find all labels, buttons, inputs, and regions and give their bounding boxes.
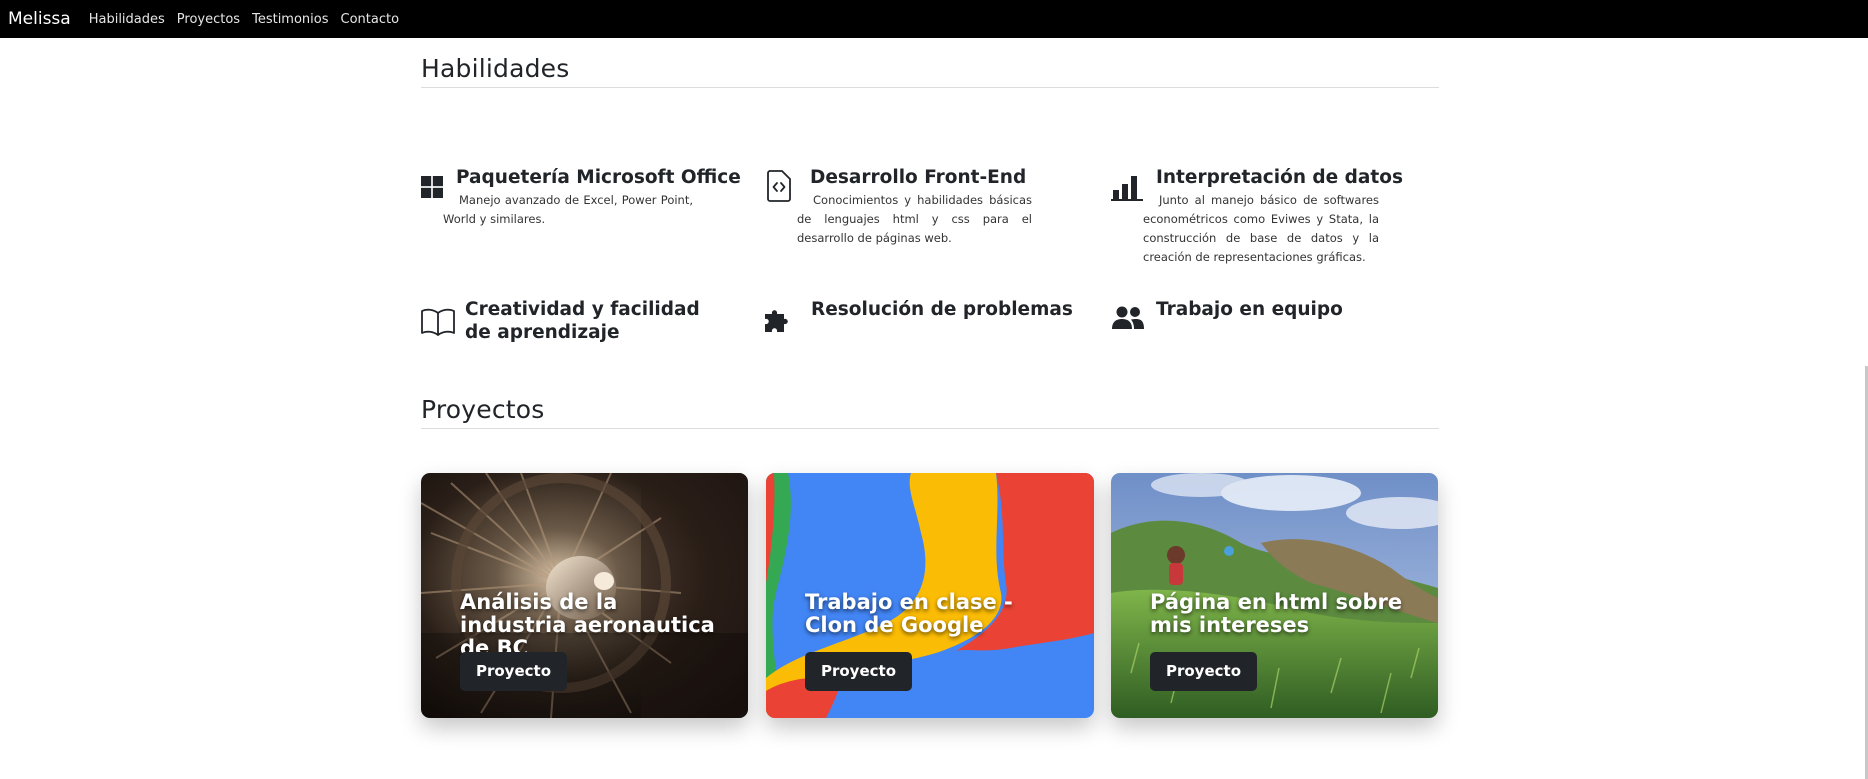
code-file-icon: [766, 170, 796, 202]
projects-title: Proyectos: [421, 395, 1439, 429]
card-title: Página en html sobre mis intereses: [1150, 590, 1403, 637]
project-cards: Análisis de la industria aeronautica de …: [421, 473, 1439, 723]
bar-chart-icon: [1111, 172, 1143, 202]
book-icon: [421, 308, 455, 338]
skill-description: Junto al manejo básico de softwares econ…: [1143, 193, 1379, 264]
project-card-aeronautics: Análisis de la industria aeronautica de …: [421, 473, 748, 718]
nav-link-habilidades[interactable]: Habilidades: [89, 12, 165, 27]
skills-section: Habilidades Paquetería Microsoft Office …: [421, 54, 1439, 343]
brand-link[interactable]: Melissa: [8, 9, 71, 29]
nav-link-testimonios[interactable]: Testimonios: [252, 12, 328, 27]
project-card-interests: Página en html sobre mis intereses Proye…: [1111, 473, 1438, 718]
skill-title: Desarrollo Front-End: [810, 167, 1027, 188]
skill-title: Paquetería Microsoft Office: [456, 167, 741, 188]
skill-title: Resolución de problemas: [811, 299, 1073, 320]
nav-link-contacto[interactable]: Contacto: [341, 12, 400, 27]
project-button[interactable]: Proyecto: [805, 652, 912, 691]
skill-title: Trabajo en equipo: [1156, 299, 1343, 320]
skill-description: Conocimientos y habilidades básicas de l…: [797, 193, 1032, 245]
people-icon: [1111, 304, 1144, 334]
card-title: Análisis de la industria aeronautica de …: [460, 590, 715, 660]
puzzle-icon: [763, 306, 793, 336]
navbar: Melissa Habilidades Proyectos Testimonio…: [0, 0, 1868, 38]
project-button[interactable]: Proyecto: [1150, 652, 1257, 691]
skill-description: Manejo avanzado de Excel, Power Point, W…: [443, 193, 693, 226]
nav-link-proyectos[interactable]: Proyectos: [177, 12, 240, 27]
skill-title: Interpretación de datos: [1156, 167, 1403, 188]
projects-section: Proyectos Análisis de la industria aeron…: [421, 395, 1439, 723]
skills-title: Habilidades: [421, 54, 1439, 88]
project-card-google-clone: Trabajo en clase - Clon de Google Proyec…: [766, 473, 1094, 718]
card-title: Trabajo en clase - Clon de Google: [805, 590, 1013, 637]
project-button[interactable]: Proyecto: [460, 652, 567, 691]
skill-title: Creatividad y facilidad de aprendizaje: [465, 299, 700, 343]
skills-grid: Paquetería Microsoft Office Manejo avanz…: [421, 88, 1439, 343]
